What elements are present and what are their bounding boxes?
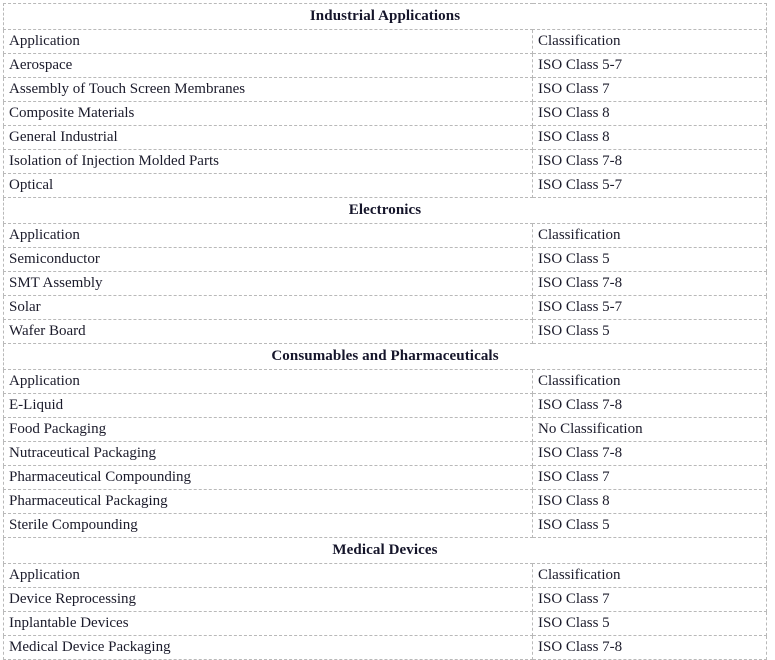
column-header-application: Application — [3, 563, 533, 588]
cell-classification: ISO Class 8 — [531, 125, 767, 150]
cell-classification: ISO Class 7 — [531, 587, 767, 612]
cell-classification: ISO Class 5 — [531, 247, 767, 272]
column-header-row: Application Classification — [3, 563, 767, 588]
section-header-row: Electronics — [2, 197, 767, 224]
table-row: Isolation of Injection Molded Parts ISO C… — [3, 149, 767, 174]
cell-application: Wafer Board — [3, 319, 533, 344]
table-row: Composite Materials ISO Class 8 — [3, 101, 767, 126]
table-row: Wafer Board ISO Class 5 — [3, 319, 767, 344]
column-header-classification: Classification — [531, 29, 767, 54]
cell-classification: ISO Class 5 — [531, 319, 767, 344]
cell-application: Medical Device Packaging — [3, 635, 533, 660]
table-row: Sterile Compounding ISO Class 5 — [3, 513, 767, 538]
cell-classification: ISO Class 8 — [531, 489, 767, 514]
cell-application: Optical — [3, 173, 533, 198]
cell-application: SMT Assembly — [3, 271, 533, 296]
cell-classification: ISO Class 7-8 — [531, 271, 767, 296]
cell-application: Nutraceutical Packaging — [3, 441, 533, 466]
cell-classification: ISO Class 5-7 — [531, 53, 767, 78]
table-row: General Industrial ISO Class 8 — [3, 125, 767, 150]
iso-classification-table-container: Industrial Applications Application Classi… — [0, 0, 767, 660]
column-header-classification: Classification — [531, 223, 767, 248]
cell-application: Composite Materials — [3, 101, 533, 126]
cell-classification: ISO Class 8 — [531, 101, 767, 126]
table-row: Semiconductor ISO Class 5 — [3, 247, 767, 272]
table-row: Pharmaceutical Compounding ISO Class 7 — [3, 465, 767, 490]
cell-application: E-Liquid — [3, 393, 533, 418]
cell-application: Isolation of Injection Molded Parts — [3, 149, 533, 174]
table-row: Optical ISO Class 5-7 — [3, 173, 767, 198]
column-header-row: Application Classification — [3, 29, 767, 54]
cell-classification: ISO Class 7-8 — [531, 635, 767, 660]
column-header-application: Application — [3, 223, 533, 248]
cell-application: Assembly of Touch Screen Membranes — [3, 77, 533, 102]
cell-application: General Industrial — [3, 125, 533, 150]
table-row: Medical Device Packaging ISO Class 7-8 — [3, 635, 767, 660]
cell-classification: No Classification — [531, 417, 767, 442]
cell-application: Pharmaceutical Compounding — [3, 465, 533, 490]
section-header-row: Consumables and Pharmaceuticals — [2, 343, 767, 370]
cell-application: Device Reprocessing — [3, 587, 533, 612]
cell-classification: ISO Class 5-7 — [531, 173, 767, 198]
cell-application: Food Packaging — [3, 417, 533, 442]
iso-classification-table: Industrial Applications Application Classi… — [2, 3, 767, 660]
cell-classification: ISO Class 5 — [531, 513, 767, 538]
table-row: Device Reprocessing ISO Class 7 — [3, 587, 767, 612]
section-header-row: Industrial Applications — [2, 3, 767, 30]
cell-classification: ISO Class 7 — [531, 465, 767, 490]
table-row: Assembly of Touch Screen Membranes ISO Cl… — [3, 77, 767, 102]
cell-classification: ISO Class 7-8 — [531, 441, 767, 466]
table-row: Inplantable Devices ISO Class 5 — [3, 611, 767, 636]
section-title: Medical Devices — [2, 537, 767, 564]
table-row: SMT Assembly ISO Class 7-8 — [3, 271, 767, 296]
table-row: E-Liquid ISO Class 7-8 — [3, 393, 767, 418]
column-header-application: Application — [3, 29, 533, 54]
column-header-classification: Classification — [531, 563, 767, 588]
table-row: Food Packaging No Classification — [3, 417, 767, 442]
cell-application: Semiconductor — [3, 247, 533, 272]
column-header-row: Application Classification — [3, 223, 767, 248]
cell-classification: ISO Class 7 — [531, 77, 767, 102]
table-row: Solar ISO Class 5-7 — [3, 295, 767, 320]
section-title: Consumables and Pharmaceuticals — [2, 343, 767, 370]
table-row: Nutraceutical Packaging ISO Class 7-8 — [3, 441, 767, 466]
column-header-row: Application Classification — [3, 369, 767, 394]
section-title: Electronics — [2, 197, 767, 224]
cell-application: Pharmaceutical Packaging — [3, 489, 533, 514]
cell-application: Inplantable Devices — [3, 611, 533, 636]
column-header-application: Application — [3, 369, 533, 394]
section-header-row: Medical Devices — [2, 537, 767, 564]
cell-application: Sterile Compounding — [3, 513, 533, 538]
cell-application: Solar — [3, 295, 533, 320]
table-row: Aerospace ISO Class 5-7 — [3, 53, 767, 78]
cell-classification: ISO Class 5-7 — [531, 295, 767, 320]
cell-classification: ISO Class 7-8 — [531, 393, 767, 418]
column-header-classification: Classification — [531, 369, 767, 394]
cell-classification: ISO Class 5 — [531, 611, 767, 636]
table-row: Pharmaceutical Packaging ISO Class 8 — [3, 489, 767, 514]
cell-classification: ISO Class 7-8 — [531, 149, 767, 174]
section-title: Industrial Applications — [2, 3, 767, 30]
cell-application: Aerospace — [3, 53, 533, 78]
